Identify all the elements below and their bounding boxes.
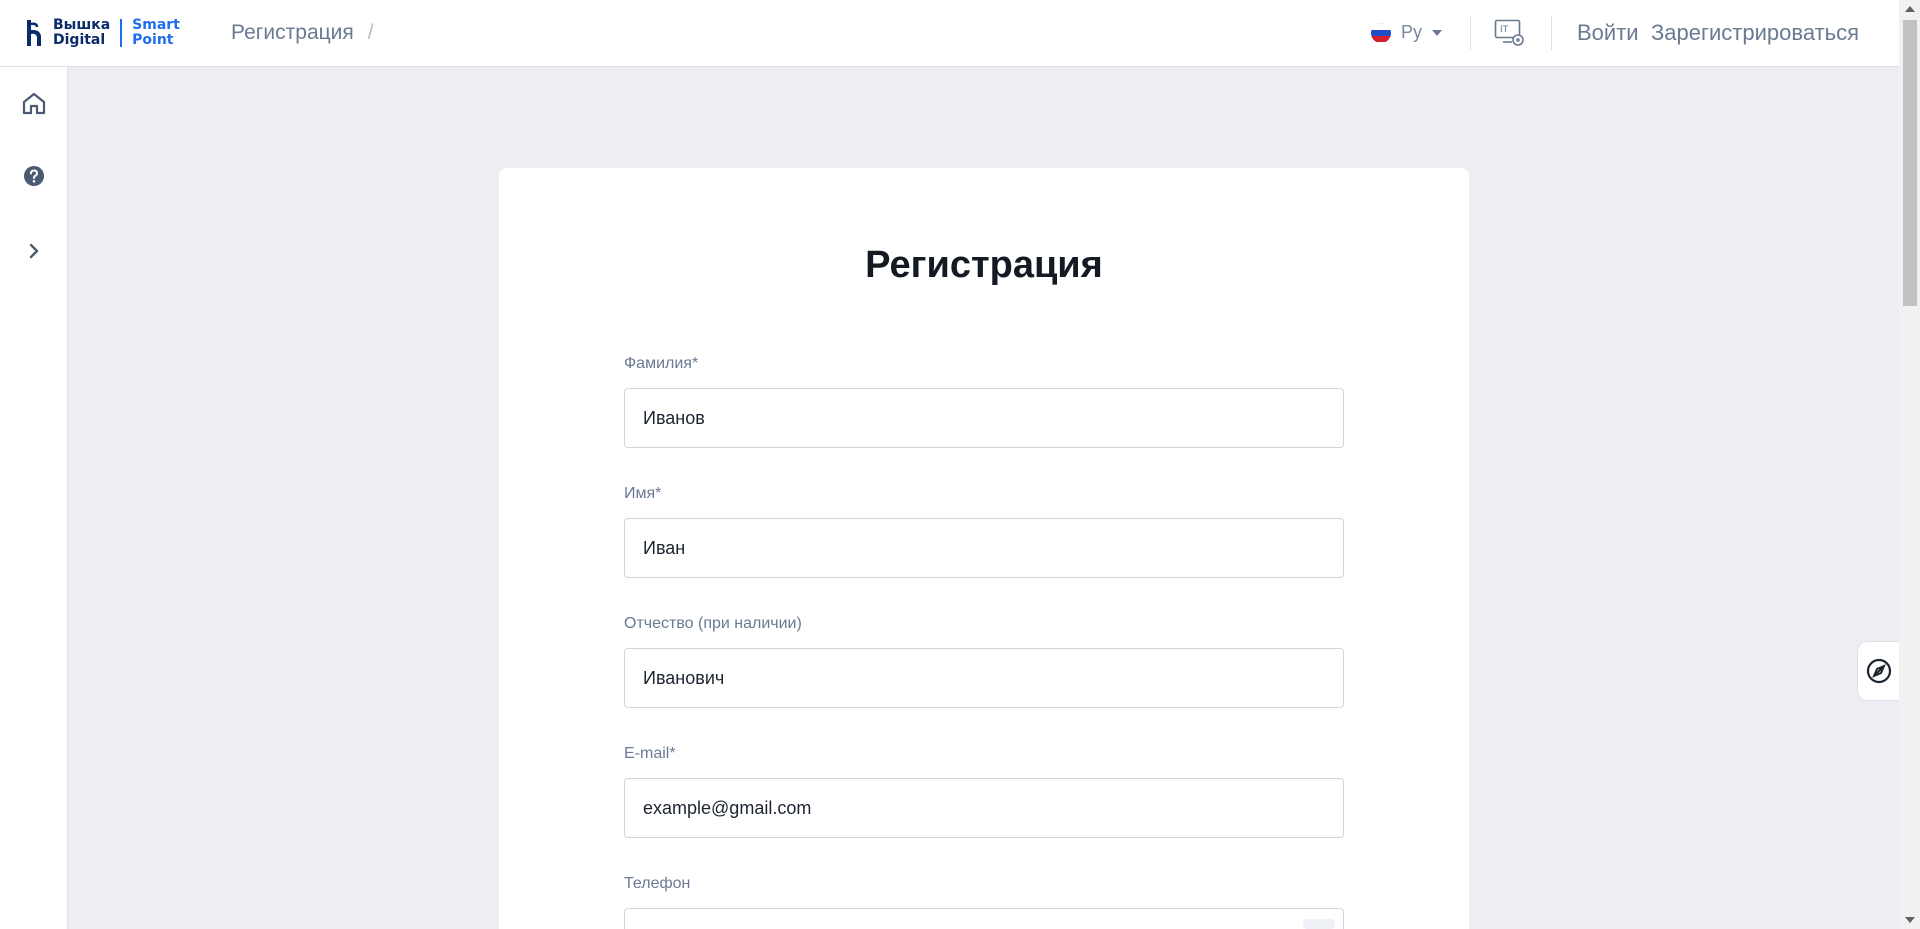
chevron-right-icon[interactable] [20, 237, 48, 265]
help-icon[interactable] [20, 162, 48, 190]
caret-down-icon [1432, 29, 1443, 36]
logo-line-1: Вышка [53, 17, 111, 33]
first-name-label: Имя* [624, 485, 662, 502]
register-link[interactable]: Зарегистрироваться [1651, 20, 1859, 46]
logo-brand-line-1: Smart [132, 17, 180, 33]
language-selector[interactable]: Ру [1371, 22, 1443, 43]
registration-card: Регистрация Фамилия* Имя* Отчество (при … [499, 168, 1469, 929]
phone-country-button[interactable] [1303, 919, 1335, 929]
email-field [624, 778, 1344, 838]
home-icon[interactable] [20, 89, 48, 117]
phone-field [624, 908, 1344, 929]
breadcrumb-separator: / [367, 21, 374, 44]
hse-logo-icon [24, 18, 44, 48]
logo[interactable]: Вышка Digital Smart Point [24, 16, 180, 50]
patronymic-label: Отчество (при наличии) [624, 615, 802, 632]
header-divider [1551, 16, 1552, 50]
logo-brand-line-2: Point [132, 32, 174, 48]
breadcrumb-current: Регистрация [231, 21, 354, 44]
email-input[interactable] [625, 779, 1343, 837]
last-name-field [624, 388, 1344, 448]
russia-flag-icon [1371, 22, 1391, 43]
sidebar [0, 67, 68, 929]
breadcrumb: Регистрация / [231, 21, 374, 45]
logo-divider [120, 19, 123, 47]
first-name-field [624, 518, 1344, 578]
it-settings-icon[interactable]: IT [1494, 18, 1526, 48]
scroll-down-icon[interactable] [1905, 917, 1915, 923]
phone-label: Телефон [624, 875, 691, 892]
last-name-label: Фамилия* [624, 355, 699, 372]
compass-icon [1866, 658, 1891, 684]
scroll-up-icon[interactable] [1905, 6, 1915, 12]
svg-text:IT: IT [1500, 25, 1509, 35]
scroll-thumb[interactable] [1903, 20, 1917, 306]
last-name-input[interactable] [625, 389, 1343, 447]
floating-compass-button[interactable] [1857, 641, 1899, 701]
email-label: E-mail* [624, 745, 676, 762]
top-header: Вышка Digital Smart Point Регистрация / … [0, 0, 1899, 67]
logo-line-2: Digital [53, 32, 106, 48]
patronymic-input[interactable] [625, 649, 1343, 707]
phone-input[interactable] [625, 909, 1343, 929]
header-divider [1470, 16, 1471, 50]
login-link[interactable]: Войти [1577, 20, 1639, 46]
page-title: Регистрация [865, 244, 1103, 286]
scrollbar[interactable] [1899, 0, 1920, 929]
first-name-input[interactable] [625, 519, 1343, 577]
patronymic-field [624, 648, 1344, 708]
language-label: Ру [1401, 22, 1423, 42]
